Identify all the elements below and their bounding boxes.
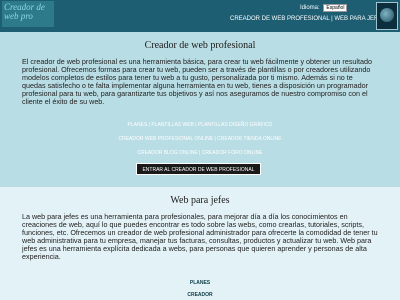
section-title: Web para jefes <box>170 195 230 206</box>
link-creador-lower[interactable]: CREADOR <box>0 292 400 298</box>
link-creador-foro[interactable]: CREADOR FORO ONLINE <box>202 150 263 156</box>
language-picker: Idioma: Español <box>300 4 348 12</box>
header-bar: Creador de web pro Idioma: Español CREAD… <box>0 0 400 32</box>
link-creador-blog[interactable]: CREADOR BLOG ONLINE <box>137 150 197 156</box>
hero-links-row-2: CREADOR WEB PROFESIONAL ONLINE | CREADOR… <box>0 136 400 142</box>
link-creador-web-profesional[interactable]: CREADOR WEB PROFESIONAL ONLINE <box>118 136 213 142</box>
nav-link-web-profesional[interactable]: CREADOR DE WEB PROFESIONAL <box>230 16 329 22</box>
language-label: Idioma: <box>300 5 320 11</box>
link-plantillas-web[interactable]: PLANTILLAS WEB <box>151 122 194 128</box>
hero-links-row-1: PLANES | PLANTILLAS WEB | PLANTILLAS DIS… <box>0 122 400 128</box>
jefes-section: Web para jefes La web para jefes es una … <box>0 187 400 300</box>
hero-links-row-3: CREADOR BLOG ONLINE | CREADOR FORO ONLIN… <box>0 150 400 156</box>
link-planes[interactable]: PLANES <box>128 122 148 128</box>
hero-section: Creador de web profesional El creador de… <box>0 32 400 187</box>
top-nav: CREADOR DE WEB PROFESIONAL | WEB PARA JE… <box>230 16 386 22</box>
section-description: La web para jefes es una herramienta par… <box>22 212 378 261</box>
enter-creator-button[interactable]: ENTRAR AL CREADOR DE WEB PROFESIONAL <box>136 163 261 175</box>
link-planes-lower[interactable]: PLANES <box>0 280 400 286</box>
site-logo[interactable]: Creador de web pro <box>2 1 54 27</box>
hero-title: Creador de web profesional <box>144 40 256 51</box>
hero-description: El creador de web profesional es una her… <box>22 57 372 106</box>
globe-icon[interactable] <box>376 2 398 30</box>
link-plantillas-diseno[interactable]: PLANTILLAS DISEÑO GRÁFICO <box>198 122 272 128</box>
link-creador-tienda[interactable]: CREADOR TIENDA ONLINE <box>217 136 281 142</box>
language-select[interactable]: Español <box>323 4 348 12</box>
